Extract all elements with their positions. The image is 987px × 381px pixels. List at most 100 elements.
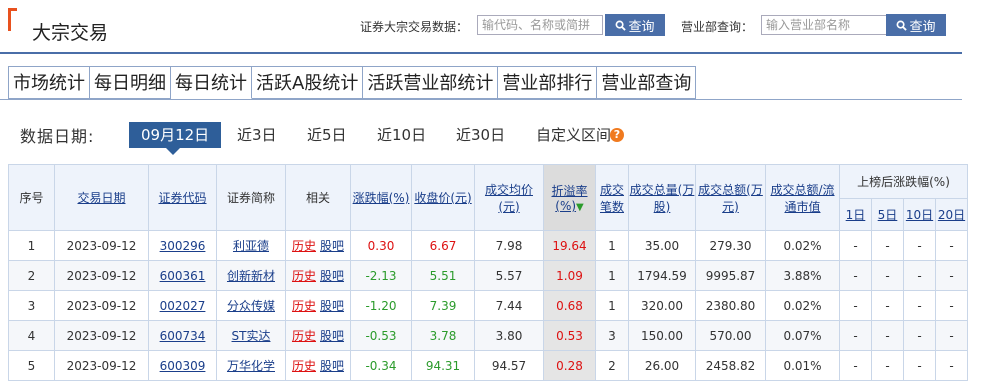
cell-count: 1 [595, 230, 629, 261]
cell-after-10d: - [903, 320, 936, 351]
cell-name[interactable]: ST实达 [216, 320, 286, 351]
cell-change: -1.20 [350, 290, 412, 321]
cell-close: 94.31 [411, 350, 475, 381]
cell-close: 7.39 [411, 290, 475, 321]
cell-count: 1 [595, 260, 629, 291]
date-option-3d[interactable]: 近3日 [237, 122, 277, 148]
col-after-5d[interactable]: 5日 [871, 198, 904, 231]
cell-close: 3.78 [411, 320, 475, 351]
col-avg-price[interactable]: 成交均价(元) [474, 164, 544, 231]
cell-date: 2023-09-12 [54, 260, 149, 291]
cell-after-10d: - [903, 290, 936, 321]
cell-after-1d: - [839, 230, 872, 261]
date-option-10d[interactable]: 近10日 [377, 122, 426, 148]
daily-stats-table: 序号 交易日期 证券代码 证券简称 相关 涨跌幅(%) 收盘价(元) 成交均价(… [8, 164, 968, 381]
tab-broker-query[interactable]: 营业部查询 [597, 66, 697, 99]
col-code[interactable]: 证券代码 [148, 164, 217, 231]
tab-active-brokers[interactable]: 活跃营业部统计 [363, 66, 499, 99]
cell-volume: 26.00 [628, 350, 696, 381]
guba-link[interactable]: 股吧 [320, 359, 344, 373]
dept-search-button[interactable]: 查询 [886, 14, 946, 36]
guba-link[interactable]: 股吧 [320, 239, 344, 253]
col-after-1d[interactable]: 1日 [839, 198, 872, 231]
col-change[interactable]: 涨跌幅(%) [350, 164, 412, 231]
cell-name[interactable]: 利亚德 [216, 230, 286, 261]
col-close[interactable]: 收盘价(元) [411, 164, 475, 231]
cell-code[interactable]: 300296 [148, 230, 217, 261]
tab-active-a-shares[interactable]: 活跃A股统计 [252, 66, 364, 99]
tab-broker-ranking[interactable]: 营业部排行 [498, 66, 598, 99]
cell-after-20d: - [935, 320, 968, 351]
cell-related: 历史 股吧 [285, 230, 351, 261]
history-link[interactable]: 历史 [292, 359, 316, 373]
table-row: 3 2023-09-12 002027 分众传媒 历史 股吧 -1.20 7.39… [8, 290, 968, 321]
cell-code[interactable]: 600361 [148, 260, 217, 291]
cell-after-5d: - [871, 260, 904, 291]
history-link[interactable]: 历史 [292, 299, 316, 313]
guba-link[interactable]: 股吧 [320, 329, 344, 343]
cell-code[interactable]: 002027 [148, 290, 217, 321]
cell-amount: 2458.82 [695, 350, 766, 381]
cell-amount: 570.00 [695, 320, 766, 351]
guba-link[interactable]: 股吧 [320, 269, 344, 283]
col-ratio[interactable]: 成交总额/流通市值 [765, 164, 840, 231]
cell-premium: 0.28 [543, 350, 596, 381]
cell-code[interactable]: 600734 [148, 320, 217, 351]
history-link[interactable]: 历史 [292, 329, 316, 343]
cell-name[interactable]: 万华化学 [216, 350, 286, 381]
cell-after-10d: - [903, 230, 936, 261]
col-amount[interactable]: 成交总额(万元) [695, 164, 766, 231]
col-volume[interactable]: 成交总量(万股) [628, 164, 696, 231]
history-link[interactable]: 历史 [292, 239, 316, 253]
cell-date: 2023-09-12 [54, 230, 149, 261]
col-count[interactable]: 成交笔数 [595, 164, 629, 231]
cell-volume: 320.00 [628, 290, 696, 321]
tab-daily-detail[interactable]: 每日明细 [90, 66, 171, 99]
cell-after-1d: - [839, 260, 872, 291]
cell-premium: 0.53 [543, 320, 596, 351]
page-title: 大宗交易 [32, 22, 109, 44]
date-option-custom[interactable]: 自定义区间 [536, 122, 611, 148]
tab-underline [0, 99, 962, 100]
table-row: 2 2023-09-12 600361 创新新材 历史 股吧 -2.13 5.51… [8, 260, 968, 291]
tab-daily-stats[interactable]: 每日统计 [171, 66, 252, 99]
title-corner-decoration [8, 8, 17, 31]
help-icon[interactable]: ? [610, 128, 624, 142]
cell-volume: 150.00 [628, 320, 696, 351]
col-after-20d[interactable]: 20日 [935, 198, 968, 231]
tab-market-stats[interactable]: 市场统计 [8, 66, 90, 99]
cell-after-1d: - [839, 320, 872, 351]
date-option-30d[interactable]: 近30日 [456, 122, 505, 148]
cell-after-1d: - [839, 290, 872, 321]
security-search-input[interactable] [477, 15, 603, 35]
table-row: 4 2023-09-12 600734 ST实达 历史 股吧 -0.53 3.78… [8, 320, 968, 351]
col-premium[interactable]: 折溢率(%)▼ [543, 164, 596, 231]
cell-premium: 19.64 [543, 230, 596, 261]
cell-change: -2.13 [350, 260, 412, 291]
cell-ratio: 0.01% [765, 350, 840, 381]
cell-after-10d: - [903, 350, 936, 381]
date-option-today[interactable]: 09月12日 [129, 122, 222, 148]
cell-name[interactable]: 分众传媒 [216, 290, 286, 321]
guba-link[interactable]: 股吧 [320, 299, 344, 313]
cell-related: 历史 股吧 [285, 320, 351, 351]
date-option-5d[interactable]: 近5日 [307, 122, 347, 148]
col-after-group: 上榜后涨跌幅(%) [839, 164, 968, 199]
cell-count: 1 [595, 290, 629, 321]
cell-avg-price: 7.44 [474, 290, 544, 321]
col-date[interactable]: 交易日期 [54, 164, 149, 231]
history-link[interactable]: 历史 [292, 269, 316, 283]
cell-date: 2023-09-12 [54, 320, 149, 351]
security-search-button[interactable]: 查询 [605, 14, 665, 36]
cell-index: 3 [8, 290, 55, 321]
selected-date-caret [166, 148, 180, 155]
col-after-10d[interactable]: 10日 [903, 198, 936, 231]
cell-change: -0.34 [350, 350, 412, 381]
table-row: 1 2023-09-12 300296 利亚德 历史 股吧 0.30 6.67 7… [8, 230, 968, 261]
dept-search-input[interactable] [761, 15, 887, 35]
cell-name[interactable]: 创新新材 [216, 260, 286, 291]
cell-after-20d: - [935, 260, 968, 291]
cell-close: 5.51 [411, 260, 475, 291]
col-name: 证券简称 [216, 164, 286, 231]
cell-code[interactable]: 600309 [148, 350, 217, 381]
